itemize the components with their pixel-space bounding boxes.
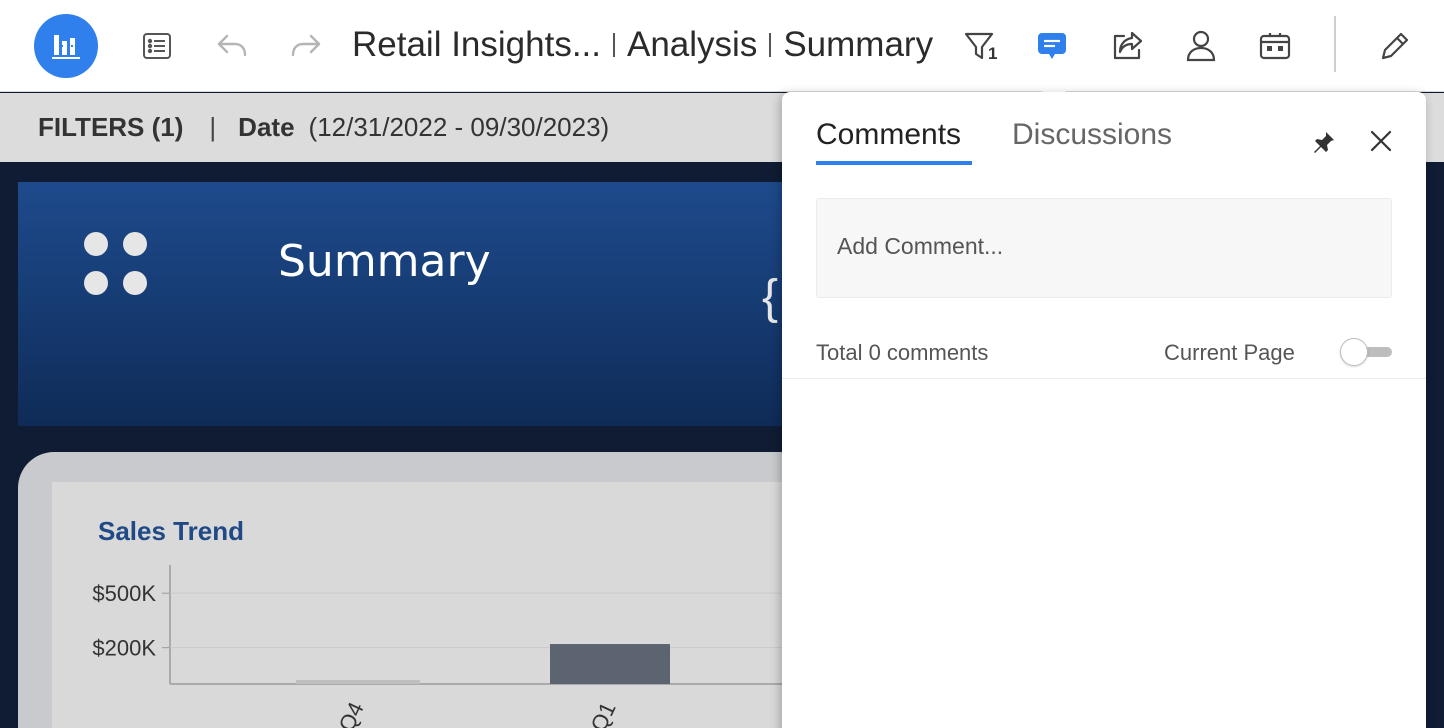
summary-banner [18,182,818,426]
breadcrumb: Retail Insights... Analysis Summary [352,22,933,68]
breadcrumb-report[interactable]: Retail Insights... [352,25,601,65]
app-grid-icon[interactable] [84,232,150,298]
toolbar-divider [1334,16,1336,72]
bar-q4 [296,680,420,684]
comment-icon[interactable] [1032,26,1072,66]
top-toolbar: Retail Insights... Analysis Summary 1 [0,0,1444,92]
active-tab-indicator [816,161,972,165]
bar-q1 [550,644,670,684]
y-tick-label: $200K [92,636,156,661]
banner-title: Summary [278,236,491,287]
tab-comments[interactable]: Comments [816,118,961,152]
sales-trend-chart[interactable]: $500K $200K Q4 Q1 [60,555,782,728]
x-tick-label: Q1 [586,698,621,728]
redo-icon[interactable] [286,26,326,66]
close-icon[interactable] [1364,124,1398,158]
breadcrumb-page[interactable]: Summary [783,25,933,65]
panel-divider [782,378,1426,379]
current-page-label: Current Page [1164,340,1295,365]
filter-date-value: (12/31/2022 - 09/30/2023) [308,112,610,142]
undo-icon[interactable] [212,26,252,66]
share-icon[interactable] [1108,26,1148,66]
filter-count-badge: 1 [988,44,998,63]
pencil-icon[interactable] [1375,26,1415,66]
breadcrumb-separator [769,33,772,57]
list-icon[interactable] [137,26,177,66]
app-window: Retail Insights... Analysis Summary 1 FI… [0,0,1444,728]
filter-date-label: Date [238,112,295,142]
y-tick-label: $500K [92,581,156,606]
breadcrumb-separator [613,33,615,57]
total-comments-count: Total 0 comments [816,340,989,365]
current-page-toggle[interactable] [1340,338,1392,366]
brace-glyph: { [762,271,779,324]
add-comment-input[interactable]: Add Comment... [816,198,1392,298]
presentation-icon[interactable] [1255,26,1295,66]
filter-bar-separator: | [209,112,217,142]
user-icon[interactable] [1181,26,1221,66]
tab-discussions[interactable]: Discussions [1012,118,1172,152]
pin-icon[interactable] [1308,126,1340,158]
filter-bar-title: FILTERS (1) [38,112,184,142]
comments-panel [782,92,1426,728]
dashboard-logo-icon[interactable] [34,14,98,78]
chart-title: Sales Trend [98,516,244,546]
x-tick-label: Q4 [334,698,369,728]
breadcrumb-chapter[interactable]: Analysis [627,25,757,65]
